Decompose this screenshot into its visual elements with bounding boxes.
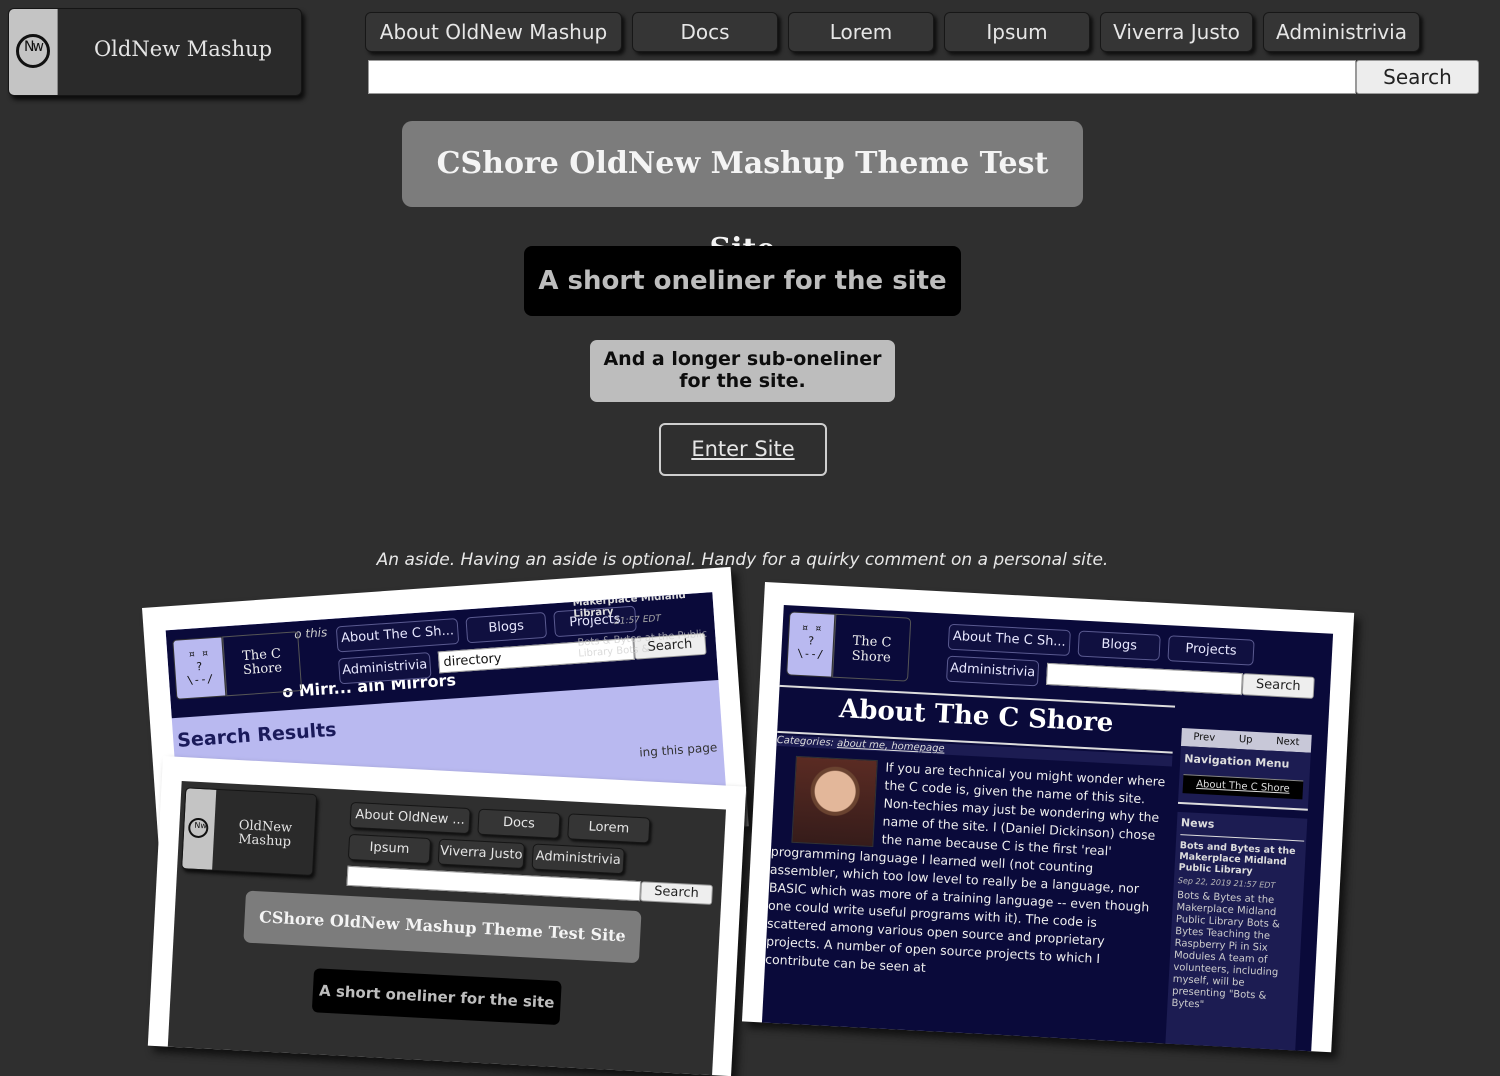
enter-site-link[interactable]: Enter Site <box>659 423 827 476</box>
nav-blogs-button[interactable]: Blogs <box>1077 630 1161 661</box>
site-oneliner: A short oneliner for the site <box>524 246 961 316</box>
nav-lorem-button[interactable]: Lorem <box>788 12 934 52</box>
search-button[interactable]: Search <box>640 881 714 905</box>
news-body: Bots & Bytes at the Makerplace Midland P… <box>1171 890 1281 1011</box>
oldnew-site-name: OldNew Mashup <box>237 818 293 850</box>
cshore-logo-icon: ¤ ¤ ? \--/ <box>172 636 227 700</box>
nav-blogs-button[interactable]: Blogs <box>465 611 548 644</box>
nav-menu-item-about[interactable]: About The C Shore <box>1182 774 1304 800</box>
screenshot-cshore-about: ¤ ¤ ? \--/ The C Shore About The C Sh...… <box>741 582 1355 1053</box>
news-panel: News Bots and Bytes at the Makerplace Mi… <box>1164 811 1308 1052</box>
screenshot-oldnew: Nw OldNew Mashup About OldNew ... Docs L… <box>147 756 747 1076</box>
nav-docs-button[interactable]: Docs <box>632 12 778 52</box>
oldnew-site-title: CShore OldNew Mashup Theme Test Site <box>243 890 642 964</box>
search-results-heading: Search Results <box>176 718 338 752</box>
news-heading: News <box>1180 816 1215 831</box>
results-text-fragment: ing this page <box>638 740 718 760</box>
nav-viverra-justo-button[interactable]: Viverra Justo <box>437 838 525 870</box>
tagline-fragment: o this <box>293 625 328 642</box>
pager-prev-link[interactable]: Prev <box>1193 729 1216 748</box>
main-nav: About OldNew Mashup Docs Lorem Ipsum Viv… <box>365 12 1430 54</box>
site-suboneliner: And a longer sub-oneliner for the site. <box>590 340 895 402</box>
logo-letters: Nw <box>194 820 208 831</box>
logo-icon: Nw <box>9 9 58 95</box>
nav-menu-heading: Navigation Menu <box>1183 752 1290 771</box>
cshore-site-name: The C Shore <box>832 613 912 682</box>
nav-viverra-justo-button[interactable]: Viverra Justo <box>1100 12 1253 52</box>
nav-projects-button[interactable]: Projects <box>1167 635 1255 666</box>
search-input[interactable] <box>368 60 1356 94</box>
search-button[interactable]: Search <box>1241 673 1315 699</box>
nav-ipsum-button[interactable]: Ipsum <box>944 12 1090 52</box>
cshore-site-name: The C Shore <box>222 631 303 697</box>
news-title-link[interactable]: Bots and Bytes at the Makerplace Midland… <box>1178 840 1304 879</box>
nav-about-button[interactable]: About OldNew Mashup <box>365 12 622 52</box>
logo-letters: Nw <box>24 39 44 55</box>
cshore-logo-icon: ¤ ¤ ? \--/ <box>786 611 836 678</box>
nav-docs-button[interactable]: Docs <box>477 808 561 839</box>
pager-up-link[interactable]: Up <box>1238 731 1253 750</box>
about-body: If you are technical you might wonder wh… <box>765 753 1168 989</box>
oldnew-logo-icon: Nw <box>182 788 217 870</box>
nav-about-oldnew-button[interactable]: About OldNew ... <box>349 801 471 835</box>
nav-administrivia-button[interactable]: Administrivia <box>946 655 1040 687</box>
site-title: CShore OldNew Mashup Theme Test Site <box>402 121 1083 267</box>
site-logo-link[interactable]: Nw OldNew Mashup <box>8 8 302 96</box>
nav-lorem-button[interactable]: Lorem <box>567 813 651 844</box>
about-body-full: which too low level to really be a langu… <box>764 865 1150 975</box>
nav-about-cshore-button[interactable]: About The C Sh... <box>947 623 1071 657</box>
search-button[interactable]: Search <box>1356 60 1479 94</box>
site-name: OldNew Mashup <box>93 37 273 61</box>
nav-administrivia-button[interactable]: Administrivia <box>531 843 625 875</box>
nav-administrivia-button[interactable]: Administrivia <box>1263 12 1420 52</box>
aside-text: An aside. Having an aside is optional. H… <box>376 550 1109 570</box>
search-input[interactable] <box>1046 662 1243 696</box>
oldnew-logo-link[interactable]: Nw OldNew Mashup <box>181 787 318 877</box>
oldnew-oneliner: A short oneliner for the site <box>311 968 562 1026</box>
nav-menu-panel: Navigation Menu About The C Shore <box>1177 745 1311 811</box>
pager-next-link[interactable]: Next <box>1276 733 1300 752</box>
nav-ipsum-button[interactable]: Ipsum <box>347 833 432 865</box>
categories-label: Categories: <box>776 734 835 749</box>
